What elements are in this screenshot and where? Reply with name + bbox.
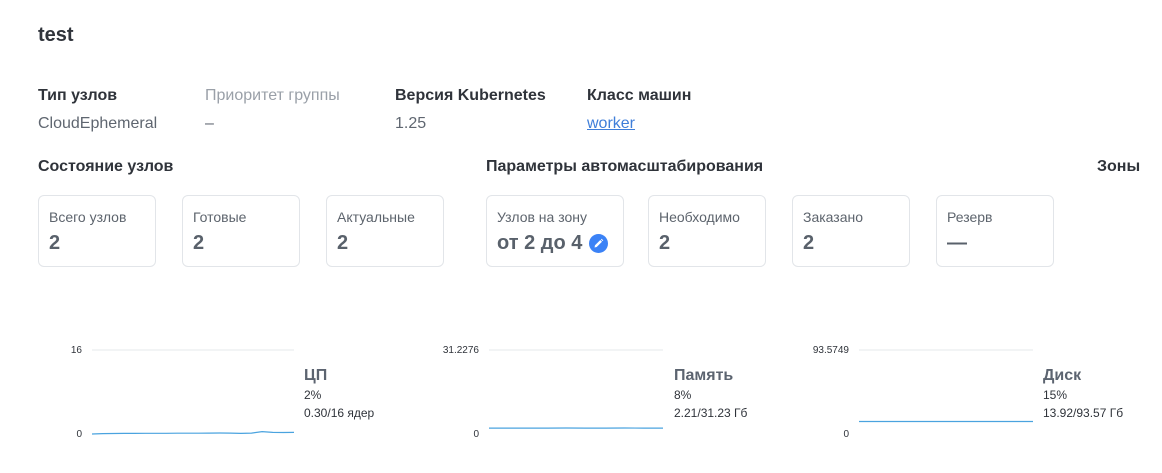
machine-class-link[interactable]: worker — [587, 114, 691, 134]
cpu-legend-name: ЦП — [304, 367, 328, 384]
k8s-version-label: Версия Kubernetes — [395, 87, 546, 104]
y-tick-label: 16 — [71, 345, 83, 356]
y-tick-label: 0 — [76, 429, 82, 440]
card-value: — — [947, 232, 967, 254]
memory-legend: Память 8% 2.21/31.23 Гб — [674, 366, 747, 422]
cpu-legend-detail: 0.30/16 ядер — [304, 406, 375, 420]
card-label: Актуальные — [337, 209, 415, 225]
zones-title: Зоны — [1097, 158, 1141, 175]
memory-legend-detail: 2.21/31.23 Гб — [674, 406, 748, 420]
disk-legend-detail: 13.92/93.57 Гб — [1043, 406, 1124, 420]
k8s-version-value: 1.25 — [395, 115, 427, 132]
card-value: 2 — [193, 232, 205, 254]
disk-legend-percent: 15% — [1043, 388, 1068, 402]
card-value: 2 — [659, 232, 671, 254]
card-label: Необходимо — [659, 209, 740, 225]
card-value: 2 — [337, 232, 349, 254]
machine-class-field: Класс машин worker — [587, 86, 691, 134]
cpu-legend-percent: 2% — [304, 388, 322, 402]
disk-legend-name: Диск — [1043, 367, 1082, 384]
ordered-nodes-card: Заказано 2 — [792, 195, 910, 267]
total-nodes-card: Всего узлов 2 — [38, 195, 156, 267]
ready-nodes-card: Готовые 2 — [182, 195, 300, 267]
memory-legend-name: Память — [674, 367, 734, 384]
disk-legend: Диск 15% 13.92/93.57 Гб — [1043, 366, 1123, 422]
node-type-label: Тип узлов — [38, 87, 118, 104]
y-tick-label: 31.2276 — [443, 345, 480, 356]
group-priority-value: – — [205, 115, 214, 132]
disk-chart: 93.5749 0 — [813, 345, 1033, 440]
node-type-field: Тип узлов CloudEphemeral — [38, 86, 157, 134]
pencil-icon[interactable] — [589, 233, 609, 253]
up-to-date-nodes-card: Актуальные 2 — [326, 195, 444, 267]
cpu-legend: ЦП 2% 0.30/16 ядер — [304, 366, 374, 422]
card-value: от 2 до 4 — [497, 230, 623, 256]
reserve-nodes-card: Резерв — — [936, 195, 1054, 267]
card-label: Всего узлов — [49, 209, 127, 225]
card-value: 2 — [803, 232, 815, 254]
autoscaling-title: Параметры автомасштабирования — [486, 158, 764, 175]
cpu-chart: 16 0 — [71, 345, 295, 440]
required-nodes-card: Необходимо 2 — [648, 195, 766, 267]
machine-class-label: Класс машин — [587, 87, 692, 104]
group-priority-label: Приоритет группы — [205, 87, 340, 104]
group-priority-field: Приоритет группы – — [205, 86, 340, 134]
k8s-version-field: Версия Kubernetes 1.25 — [395, 86, 546, 134]
node-state-title: Состояние узлов — [38, 158, 174, 175]
series-line — [91, 430, 295, 435]
card-label: Резерв — [947, 209, 993, 225]
memory-legend-percent: 8% — [674, 388, 692, 402]
card-label: Заказано — [803, 209, 864, 225]
node-type-value: CloudEphemeral — [38, 115, 158, 132]
y-tick-label: 93.5749 — [813, 345, 850, 356]
card-label: Узлов на зону — [497, 209, 587, 225]
memory-chart: 31.2276 0 — [443, 345, 663, 440]
card-label: Готовые — [193, 209, 247, 225]
y-tick-label: 0 — [843, 429, 849, 440]
card-value: 2 — [49, 232, 61, 254]
nodes-per-zone-card: Узлов на зону от 2 до 4 — [486, 195, 624, 267]
y-tick-label: 0 — [473, 429, 479, 440]
page-title: test — [38, 24, 74, 46]
